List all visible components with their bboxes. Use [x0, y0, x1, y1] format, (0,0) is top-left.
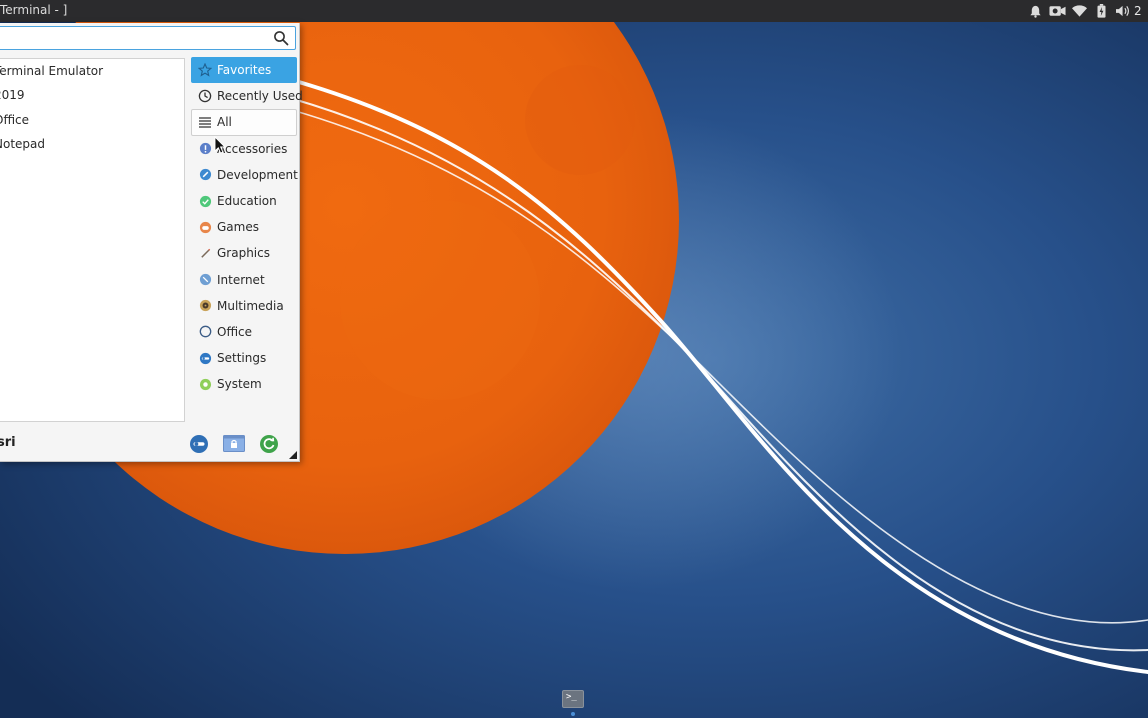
- app-label: Notepad: [0, 136, 45, 151]
- dock-terminal-launcher[interactable]: >_: [562, 690, 584, 708]
- category-label: Games: [217, 220, 259, 235]
- log-out-button[interactable]: [258, 433, 280, 455]
- category-development[interactable]: Development: [191, 162, 298, 188]
- category-games[interactable]: Games: [191, 214, 297, 240]
- lock-screen-icon: [223, 435, 245, 452]
- list-item[interactable]: Terminal Emulator: [0, 59, 184, 83]
- search-icon[interactable]: [273, 30, 289, 46]
- camera-icon[interactable]: [1046, 0, 1068, 22]
- log-out-icon: [260, 435, 278, 453]
- clock[interactable]: 2: [1134, 4, 1148, 18]
- category-label: Favorites: [217, 63, 272, 78]
- accessories-icon: [198, 142, 212, 156]
- category-graphics[interactable]: Graphics: [191, 240, 297, 266]
- category-label: Settings: [217, 351, 267, 366]
- list-item[interactable]: 2019: [0, 83, 184, 107]
- notification-bell-icon[interactable]: [1024, 0, 1046, 22]
- category-label: Multimedia: [217, 298, 284, 313]
- settings-icon: [190, 435, 208, 453]
- application-menu: Terminal Emulator 2019 Office Notepad Fa…: [0, 23, 303, 462]
- settings-icon: [198, 351, 212, 365]
- category-office[interactable]: Office: [191, 319, 297, 345]
- category-system[interactable]: System: [191, 371, 297, 397]
- list-item[interactable]: Office: [0, 108, 184, 132]
- category-education[interactable]: Education: [191, 188, 297, 214]
- education-icon: [198, 194, 212, 208]
- internet-icon: [198, 273, 212, 287]
- search-input[interactable]: [3, 29, 267, 49]
- office-icon: [198, 325, 212, 339]
- category-label: Internet: [217, 272, 265, 287]
- category-multimedia[interactable]: Multimedia: [191, 293, 297, 319]
- system-tray: 2: [1024, 0, 1148, 22]
- category-label: System: [217, 377, 262, 392]
- application-list: Terminal Emulator 2019 Office Notepad: [0, 58, 185, 422]
- category-settings[interactable]: Settings: [191, 345, 297, 371]
- mouse-cursor-icon: [214, 136, 226, 154]
- settings-manager-button[interactable]: [188, 433, 210, 455]
- username: sri: [0, 435, 16, 450]
- graphics-icon: [198, 246, 212, 260]
- category-label: Recently Used: [217, 89, 303, 104]
- category-label: Accessories: [217, 141, 288, 156]
- app-label: Terminal Emulator: [0, 64, 104, 78]
- category-label: Development: [217, 167, 298, 182]
- multimedia-icon: [198, 299, 212, 313]
- category-all[interactable]: All: [191, 109, 297, 136]
- volume-icon[interactable]: [1112, 0, 1134, 22]
- category-list: Favorites Recently Used All Accessories …: [191, 57, 303, 397]
- running-indicator: [571, 712, 575, 716]
- wifi-icon[interactable]: [1068, 0, 1090, 22]
- resize-grip[interactable]: [289, 451, 297, 459]
- star-icon: [198, 63, 212, 77]
- clock-icon: [198, 89, 212, 103]
- top-panel: Terminal - ] 2: [0, 0, 1148, 22]
- category-recently-used[interactable]: Recently Used: [191, 83, 303, 109]
- category-favorites[interactable]: Favorites: [191, 57, 297, 84]
- category-label: All: [217, 115, 232, 130]
- taskbar-window-title[interactable]: Terminal - ]: [0, 3, 67, 17]
- terminal-icon: >_: [566, 692, 577, 702]
- menu-footer: sri: [0, 431, 299, 461]
- category-label: Education: [217, 194, 277, 209]
- lock-screen-button[interactable]: [223, 433, 245, 455]
- list-icon: [198, 115, 212, 129]
- app-label: 2019: [0, 88, 25, 103]
- battery-icon[interactable]: [1090, 0, 1112, 22]
- list-item[interactable]: Notepad: [0, 132, 184, 156]
- category-label: Graphics: [217, 246, 270, 261]
- category-accessories[interactable]: Accessories: [191, 136, 297, 162]
- category-internet[interactable]: Internet: [191, 267, 297, 293]
- development-icon: [198, 168, 212, 182]
- app-label: Office: [0, 112, 30, 127]
- search-box[interactable]: [0, 26, 296, 50]
- system-icon: [198, 377, 212, 391]
- category-label: Office: [217, 324, 253, 339]
- games-icon: [198, 220, 212, 234]
